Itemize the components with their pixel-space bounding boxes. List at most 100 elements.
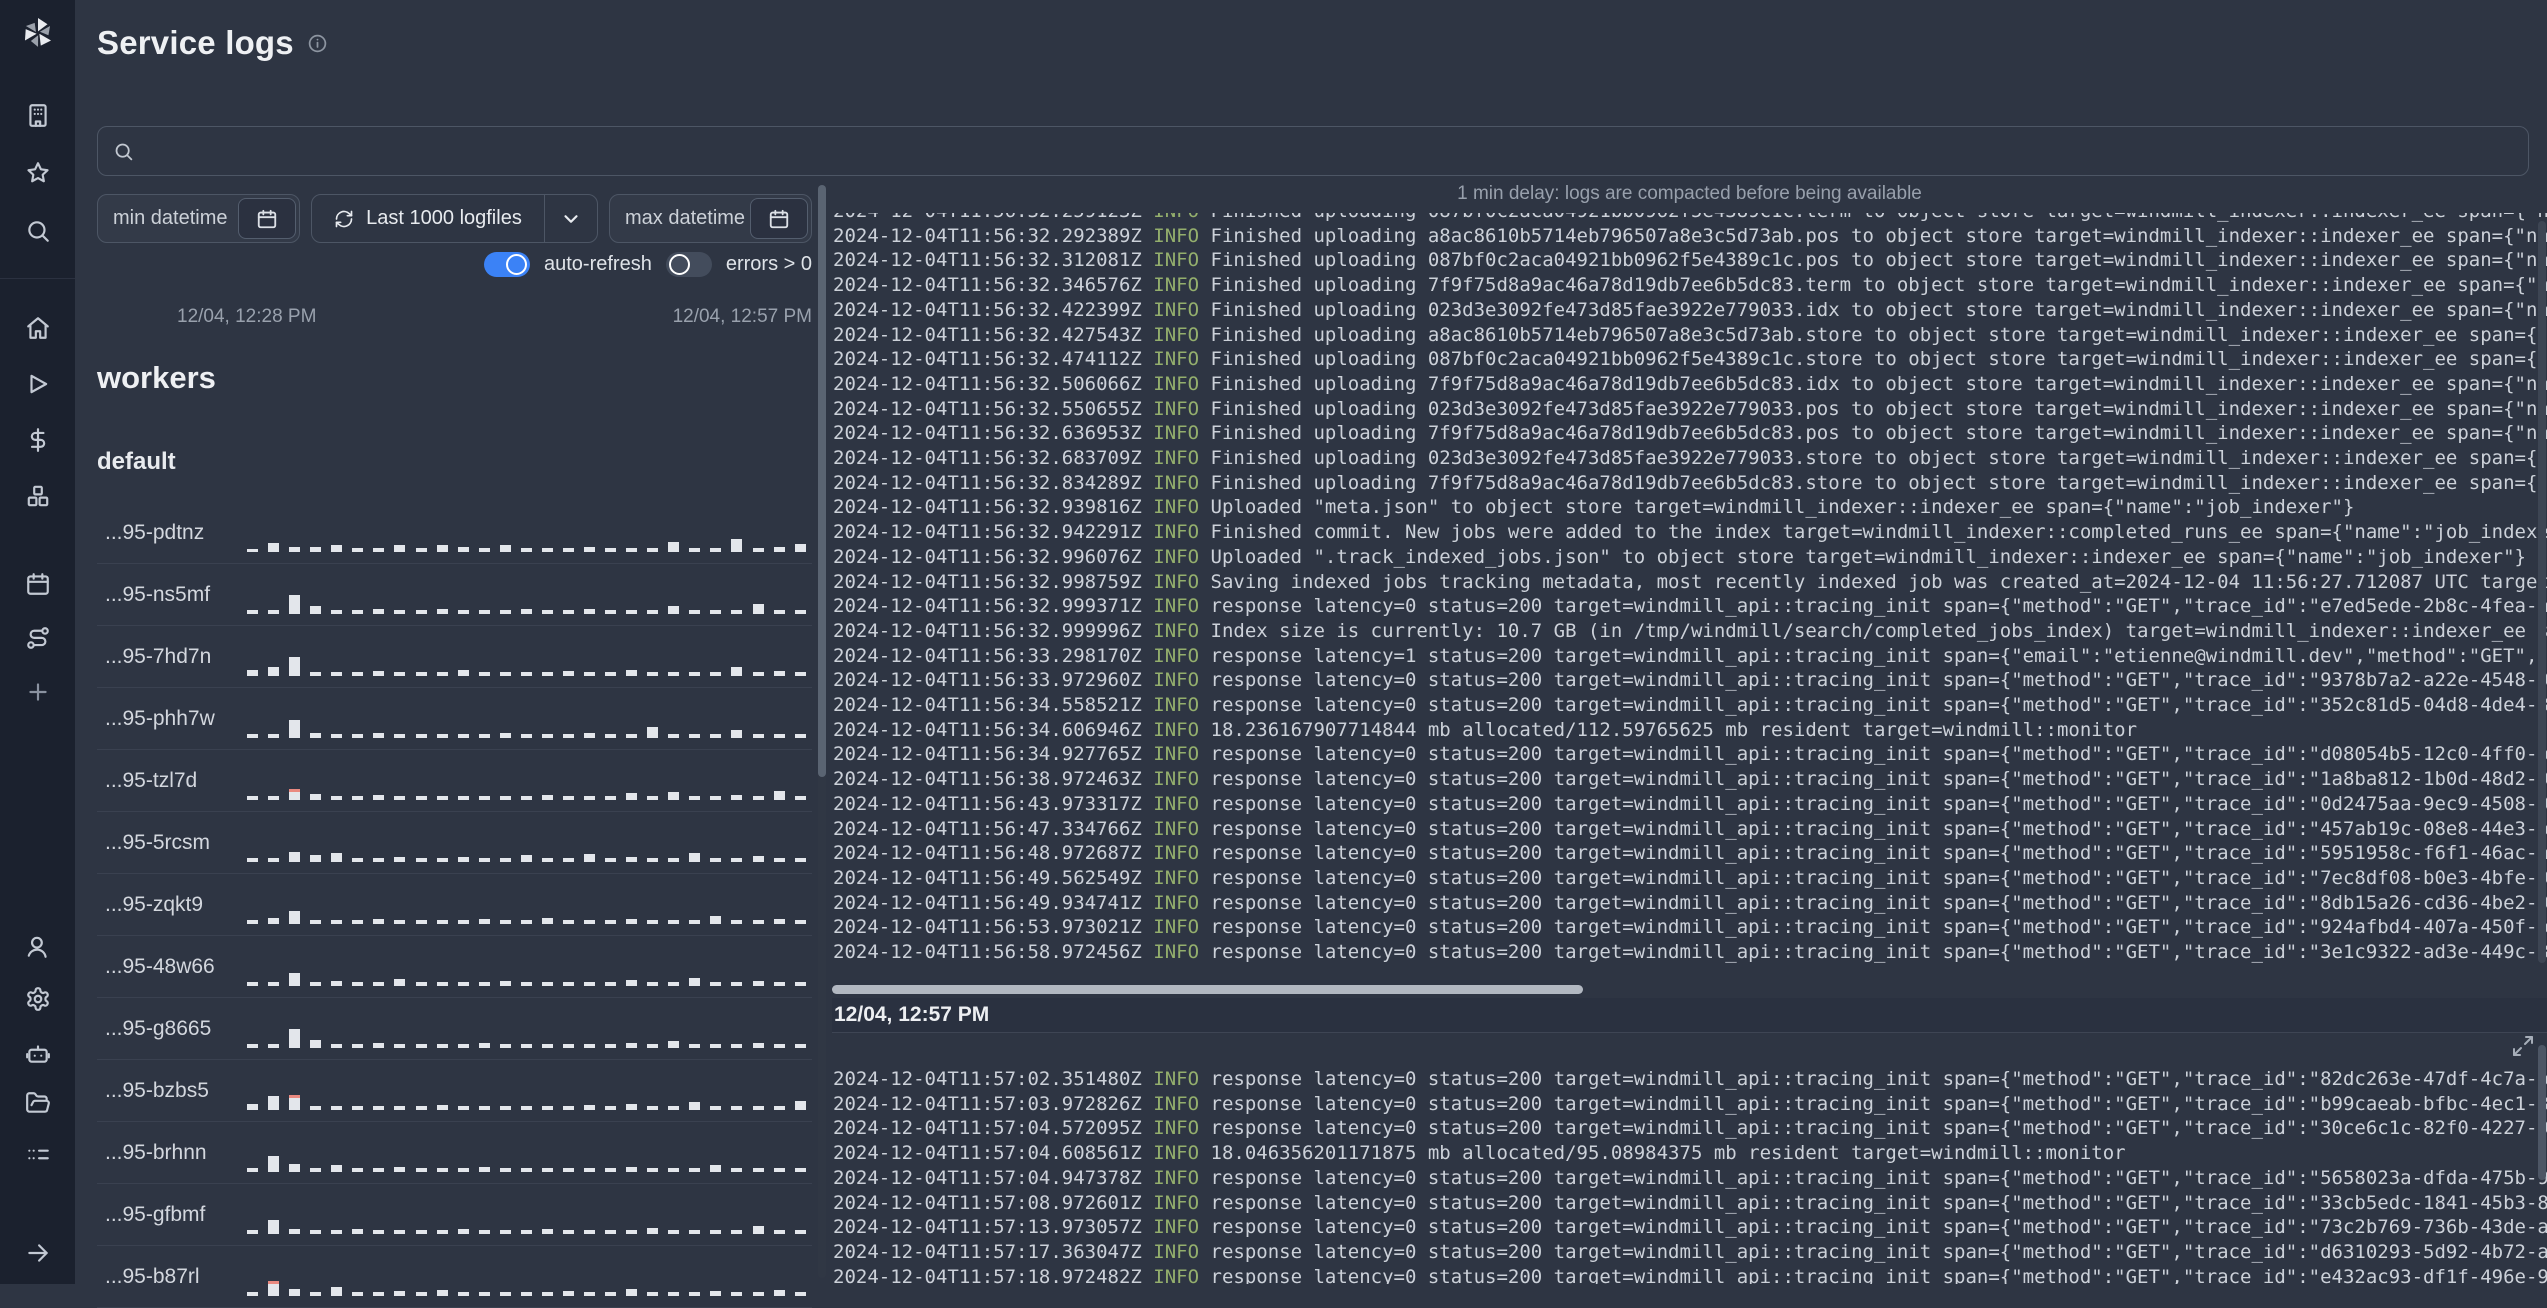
usage-bar bbox=[331, 734, 343, 738]
log-timestamp: 2024-12-04T11:56:32.292389Z bbox=[833, 224, 1154, 247]
usage-bar bbox=[647, 1292, 659, 1296]
add-plus-icon[interactable] bbox=[25, 679, 51, 705]
info-icon[interactable] bbox=[307, 33, 328, 54]
usage-bar bbox=[247, 670, 258, 676]
resources-boxes-icon[interactable] bbox=[25, 483, 51, 509]
log-line: 2024-12-04T11:56:32.999996Z INFO Index s… bbox=[833, 619, 2547, 644]
left-panel-scrollbar-thumb[interactable] bbox=[818, 185, 826, 777]
search-input[interactable] bbox=[97, 126, 2529, 176]
worker-activity-sparkline bbox=[247, 1148, 806, 1172]
log-message: response latency=0 status=200 target=win… bbox=[1199, 1216, 2547, 1239]
usage-bar bbox=[457, 796, 469, 800]
min-datetime-input[interactable]: min datetime bbox=[97, 194, 300, 243]
usage-bar bbox=[352, 858, 364, 862]
log-line: 2024-12-04T11:56:32.550655Z INFO Finishe… bbox=[833, 397, 2547, 422]
worker-row[interactable]: ...95-bzbs5 bbox=[97, 1060, 812, 1122]
usage-bar bbox=[436, 1168, 448, 1172]
flows-route-icon[interactable] bbox=[25, 625, 51, 651]
worker-row[interactable]: ...95-phh7w bbox=[97, 688, 812, 750]
logs-list-icon[interactable] bbox=[25, 1142, 51, 1168]
usage-bar bbox=[647, 672, 659, 676]
worker-row[interactable]: ...95-pdtnz bbox=[97, 502, 812, 564]
usage-bar bbox=[668, 734, 680, 738]
log-message: response latency=0 status=200 target=win… bbox=[1199, 792, 2547, 815]
log-timestamp: 2024-12-04T11:56:32.474112Z bbox=[833, 348, 1154, 371]
sidebar-search-icon[interactable] bbox=[25, 218, 51, 244]
worker-row[interactable]: ...95-5rcsm bbox=[97, 812, 812, 874]
windmill-logo-icon[interactable] bbox=[19, 14, 57, 52]
log-level: INFO bbox=[1153, 768, 1200, 791]
worker-activity-sparkline bbox=[247, 1272, 806, 1296]
usage-bar bbox=[794, 544, 806, 552]
usage-bar bbox=[289, 720, 301, 738]
workspace-building-icon[interactable] bbox=[25, 102, 51, 128]
schedules-calendar-icon[interactable] bbox=[25, 571, 51, 597]
usage-bar bbox=[394, 857, 406, 862]
log-timestamp: 2024-12-04T11:56:32.998759Z bbox=[833, 570, 1154, 593]
log-section-2[interactable]: 2024-12-04T11:57:02.351480Z INFO respons… bbox=[833, 1067, 2547, 1284]
runs-play-icon[interactable] bbox=[25, 371, 51, 397]
usage-bar bbox=[520, 672, 532, 676]
worker-activity-sparkline bbox=[247, 1024, 806, 1048]
log-line: 2024-12-04T11:56:34.927765Z INFO respons… bbox=[833, 742, 2547, 767]
logfiles-button[interactable]: Last 1000 logfiles bbox=[312, 195, 544, 242]
usage-bar bbox=[373, 982, 385, 986]
home-icon[interactable] bbox=[25, 315, 51, 341]
log-level: INFO bbox=[1153, 1068, 1200, 1090]
max-datetime-input[interactable]: max datetime bbox=[609, 194, 812, 243]
log-line: 2024-12-04T11:56:33.298170Z INFO respons… bbox=[833, 644, 2547, 669]
worker-row[interactable]: ...95-brhnn bbox=[97, 1122, 812, 1184]
settings-gear-icon[interactable] bbox=[25, 986, 51, 1012]
log-message: Finished uploading 023d3e3092fe473d85fae… bbox=[1210, 447, 2547, 470]
usage-bar bbox=[562, 1230, 574, 1234]
folders-icon[interactable] bbox=[25, 1090, 51, 1116]
worker-row[interactable]: ...95-ns5mf bbox=[97, 564, 812, 626]
worker-row[interactable]: ...95-7hd7n bbox=[97, 626, 812, 688]
worker-row[interactable]: ...95-b87rl bbox=[97, 1246, 812, 1308]
usage-bar bbox=[478, 1230, 490, 1234]
log-line: 2024-12-04T11:56:32.939816Z INFO Uploade… bbox=[833, 495, 2547, 520]
usage-bar bbox=[689, 548, 701, 552]
usage-bar bbox=[373, 1230, 385, 1234]
usage-bar bbox=[605, 548, 617, 552]
log-timestamp: 2024-12-04T11:56:48.972687Z bbox=[833, 842, 1154, 865]
workers-bot-icon[interactable] bbox=[25, 1040, 51, 1066]
worker-row[interactable]: ...95-gfbmf bbox=[97, 1184, 812, 1246]
log-line: 2024-12-04T11:56:32.259123Z INFO Finishe… bbox=[833, 213, 2547, 224]
user-icon[interactable] bbox=[25, 934, 51, 960]
worker-row[interactable]: ...95-g8665 bbox=[97, 998, 812, 1060]
section1-vertical-scrollbar-thumb[interactable] bbox=[2538, 221, 2546, 963]
usage-bar bbox=[773, 791, 785, 800]
usage-bar bbox=[394, 1106, 406, 1110]
worker-row[interactable]: ...95-48w66 bbox=[97, 936, 812, 998]
horizontal-scrollbar-thumb[interactable] bbox=[832, 985, 1583, 994]
section2-vertical-scrollbar-thumb[interactable] bbox=[2538, 1045, 2546, 1180]
log-section-1[interactable]: 2024-12-04T11:56:32.259123Z INFO Finishe… bbox=[833, 213, 2547, 985]
usage-bar bbox=[731, 982, 743, 986]
logfiles-chevron-button[interactable] bbox=[544, 195, 597, 242]
variables-dollar-icon[interactable] bbox=[25, 427, 51, 453]
expand-icon[interactable] bbox=[2511, 1034, 2535, 1058]
logfiles-dropdown[interactable]: Last 1000 logfiles bbox=[311, 194, 598, 243]
log-timestamp: 2024-12-04T11:56:32.346576Z bbox=[833, 274, 1154, 297]
usage-bar bbox=[541, 1292, 553, 1296]
worker-row[interactable]: ...95-zqkt9 bbox=[97, 874, 812, 936]
usage-bar bbox=[731, 610, 743, 614]
auto-refresh-toggle[interactable] bbox=[484, 252, 530, 277]
usage-bar bbox=[541, 795, 553, 800]
log-level: INFO bbox=[1153, 595, 1200, 618]
worker-activity-sparkline bbox=[247, 1210, 806, 1234]
usage-bar bbox=[331, 796, 343, 800]
errors-toggle[interactable] bbox=[665, 252, 712, 277]
worker-row[interactable]: ...95-tzl7d bbox=[97, 750, 812, 812]
usage-bar bbox=[268, 1156, 280, 1172]
usage-bar bbox=[584, 1292, 595, 1296]
min-datetime-calendar-button[interactable] bbox=[238, 198, 296, 239]
favorites-star-icon[interactable] bbox=[25, 160, 51, 186]
log-line: 2024-12-04T11:56:53.973021Z INFO respons… bbox=[833, 915, 2547, 940]
max-datetime-calendar-button[interactable] bbox=[750, 198, 808, 239]
usage-bar bbox=[520, 1168, 532, 1172]
usage-bar bbox=[562, 858, 574, 862]
collapse-arrow-right-icon[interactable] bbox=[25, 1240, 51, 1266]
log-level: INFO bbox=[1153, 1117, 1200, 1140]
